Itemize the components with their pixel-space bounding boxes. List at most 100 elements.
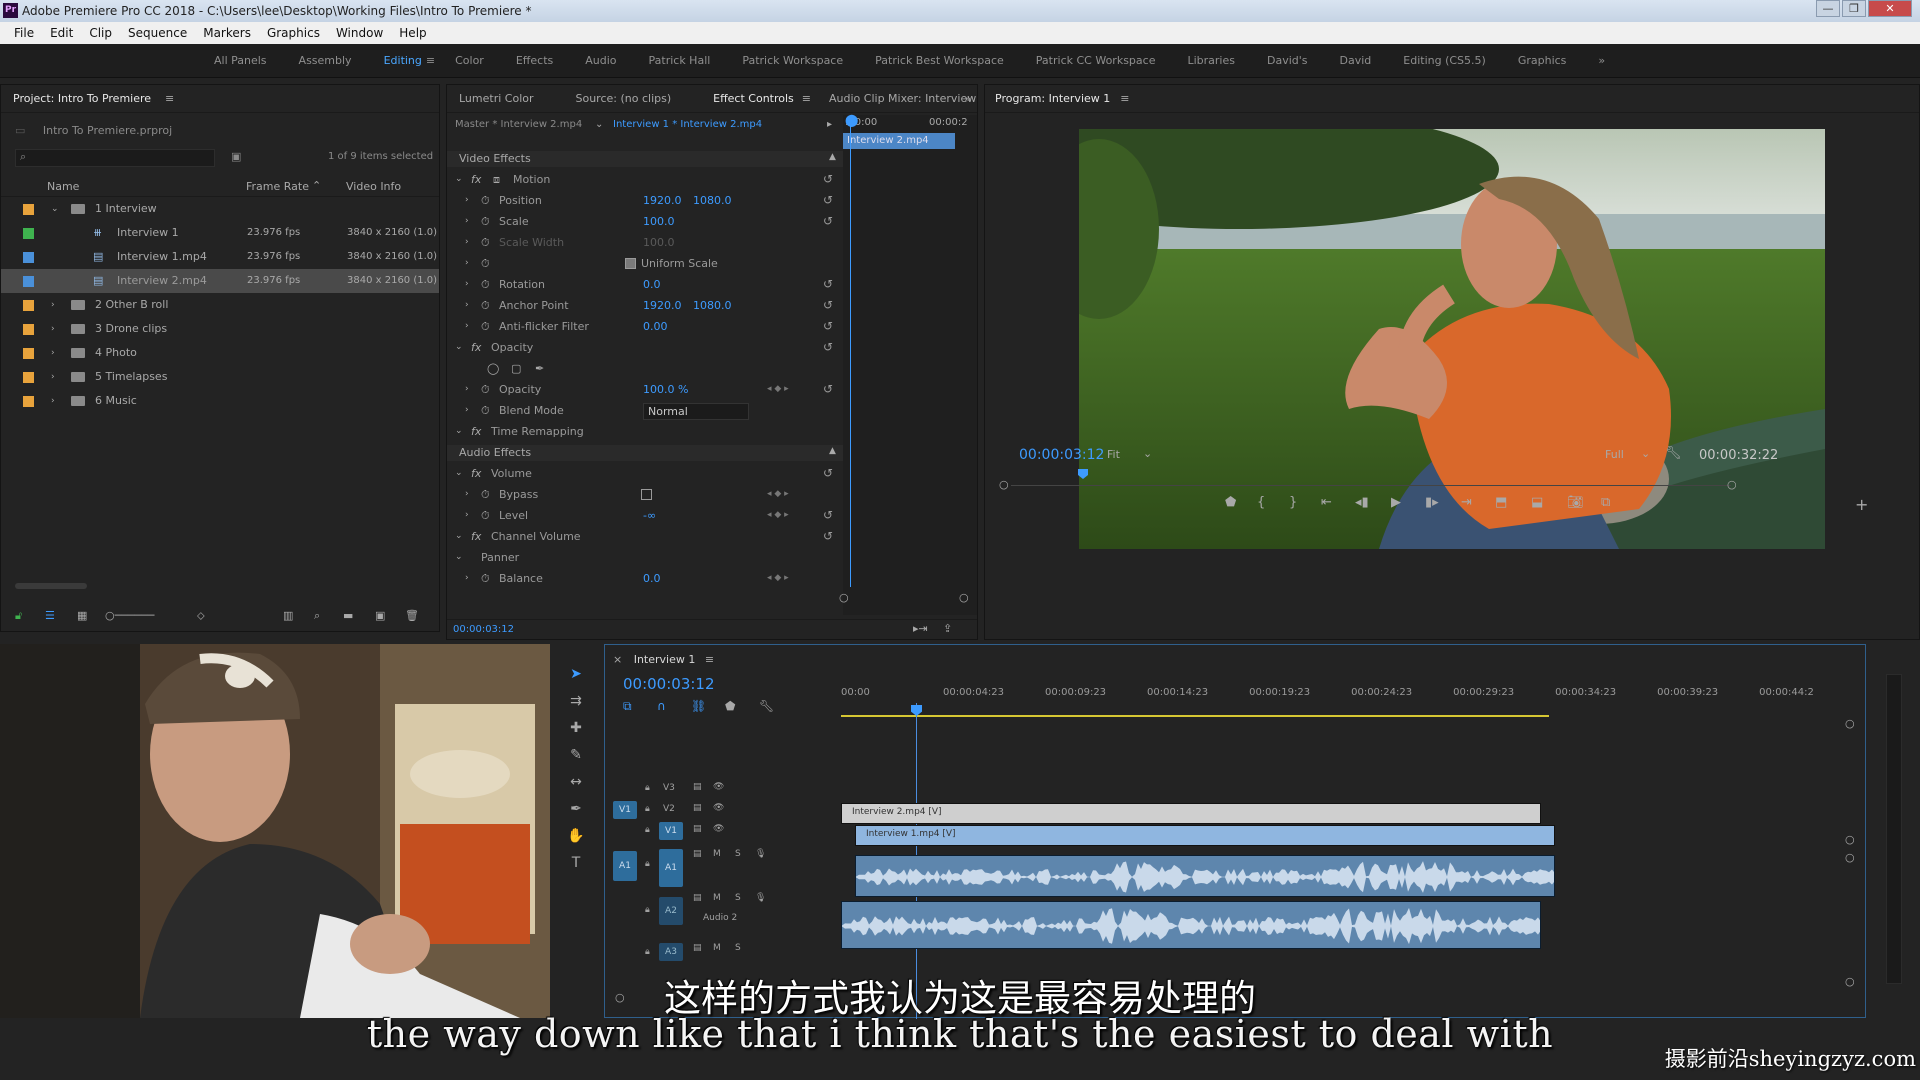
menu-graphics[interactable]: Graphics <box>259 22 328 44</box>
mute-button[interactable]: M <box>713 893 721 903</box>
tab-source[interactable]: Source: (no clips) <box>576 85 714 112</box>
project-item[interactable]: ⌄ 1 Interview <box>1 197 439 221</box>
effect-row[interactable]: › ⏱ Uniform Scale <box>447 253 867 274</box>
stopwatch-icon[interactable]: ⏱ <box>481 232 490 253</box>
sync-lock-icon[interactable]: ▤ <box>693 803 702 813</box>
export-frame-icon[interactable]: 📷︎ <box>1567 495 1584 510</box>
property-value[interactable]: 0.0 <box>643 274 661 295</box>
disclosure-chevron-icon[interactable]: › <box>51 317 55 341</box>
effect-row[interactable]: ⌄ Panner <box>447 547 867 568</box>
effect-row[interactable]: › ⏱ Opacity 100.0 % ◂ ◆ ▸ ↺ <box>447 379 867 400</box>
effect-row[interactable]: › ⏱ Balance 0.0 ◂ ◆ ▸ <box>447 568 867 589</box>
panel-menu-icon[interactable]: ≡ <box>1120 85 1129 112</box>
reset-icon[interactable]: ↺ <box>823 190 833 211</box>
fx-toggle-icon[interactable]: fx <box>471 337 481 358</box>
disclosure-chevron-icon[interactable]: › <box>465 274 469 295</box>
project-search-input[interactable]: ⌕ <box>15 149 215 167</box>
property-value[interactable]: 1920.0 <box>643 190 682 211</box>
label-color-swatch[interactable] <box>23 204 34 215</box>
solo-button[interactable]: S <box>735 849 741 859</box>
workspace-tab[interactable]: Graphics <box>1502 54 1583 67</box>
pen-mask-icon[interactable]: ✒ <box>535 358 544 379</box>
panel-overflow-icon[interactable]: » <box>964 85 971 113</box>
timeline-tab[interactable]: Interview 1 <box>634 653 696 666</box>
maximize-button[interactable]: ❐ <box>1842 0 1866 17</box>
collapse-icon[interactable]: ▲ <box>829 152 836 162</box>
panel-menu-icon[interactable]: ≡ <box>802 85 829 112</box>
mark-out-icon[interactable]: } <box>1289 495 1297 510</box>
ripple-edit-icon[interactable]: ✚ <box>564 716 588 740</box>
workspace-tab[interactable]: Audio <box>569 54 632 67</box>
property-value[interactable]: -∞ <box>643 505 656 526</box>
extract-icon[interactable]: ⬓ <box>1531 495 1543 510</box>
program-title[interactable]: Program: Interview 1 <box>995 85 1120 112</box>
program-timecode[interactable]: 00:00:03:12 <box>1019 447 1104 463</box>
eye-icon[interactable]: 👁︎ <box>713 782 724 792</box>
play-preview-icon[interactable]: ▸ <box>827 115 832 135</box>
blend-mode-dropdown[interactable]: Normal <box>643 403 749 420</box>
lock-icon[interactable]: 🔒︎ <box>645 825 650 835</box>
solo-button[interactable]: S <box>735 943 741 953</box>
keyframe-navigator-icon[interactable]: ◂ ◆ ▸ <box>767 379 789 400</box>
motion-transform-icon[interactable]: ⧈ <box>493 169 500 190</box>
reset-icon[interactable]: ↺ <box>823 526 833 547</box>
new-bin-from-search-icon[interactable]: ▣ <box>231 150 241 163</box>
stopwatch-icon[interactable]: ⏱ <box>481 505 490 526</box>
horizontal-scrollbar[interactable] <box>15 583 87 589</box>
label-color-swatch[interactable] <box>23 300 34 311</box>
mini-clip-bar[interactable]: Interview 2.mp4 <box>843 133 955 149</box>
reset-icon[interactable]: ↺ <box>823 379 833 400</box>
property-value[interactable]: 1080.0 <box>693 190 732 211</box>
add-button-icon[interactable]: + <box>1855 495 1868 514</box>
tab-effect-controls[interactable]: Effect Controls <box>713 85 802 112</box>
workspace-tab[interactable]: All Panels <box>198 54 283 67</box>
fx-toggle-icon[interactable]: fx <box>471 463 481 484</box>
filter-icon[interactable]: ▸⇥ <box>913 622 928 635</box>
lock-icon[interactable]: 🔒︎ <box>645 859 650 869</box>
disclosure-chevron-icon[interactable]: › <box>51 293 55 317</box>
work-area-bar[interactable] <box>841 715 1549 717</box>
effect-row[interactable]: ⌄ fx Opacity ↺ <box>447 337 867 358</box>
add-marker-icon[interactable]: ⬟ <box>1225 495 1236 510</box>
microphone-icon[interactable]: 🎙︎ <box>755 893 766 903</box>
master-clip-label[interactable]: Master * Interview 2.mp4 <box>455 115 582 135</box>
mute-button[interactable]: M <box>713 849 721 859</box>
disclosure-chevron-icon[interactable]: › <box>465 400 469 421</box>
effect-row[interactable]: › ⏱ Scale Width 100.0 <box>447 232 867 253</box>
disclosure-chevron-icon[interactable]: › <box>465 568 469 589</box>
chevron-down-icon[interactable]: ⌄ <box>1641 447 1650 460</box>
trash-icon[interactable]: 🗑︎ <box>405 609 419 622</box>
disclosure-chevron-icon[interactable]: ⌄ <box>455 337 463 358</box>
track-label-a2[interactable]: A2 <box>659 897 683 925</box>
stopwatch-icon[interactable]: ⏱ <box>481 316 490 337</box>
stopwatch-icon[interactable]: ⏱ <box>481 190 490 211</box>
project-item[interactable]: › 3 Drone clips <box>1 317 439 341</box>
workspace-tab[interactable]: Libraries <box>1171 54 1251 67</box>
effect-row[interactable]: ⌄ fx Time Remapping <box>447 421 867 442</box>
keyframe-navigator-icon[interactable]: ◂ ◆ ▸ <box>767 568 789 589</box>
play-icon[interactable]: ▶ <box>1391 495 1401 510</box>
microphone-icon[interactable]: 🎙︎ <box>755 849 766 859</box>
go-to-in-icon[interactable]: ⇤ <box>1321 495 1332 510</box>
list-view-icon[interactable]: ☰ <box>45 609 55 622</box>
reset-icon[interactable]: ↺ <box>823 316 833 337</box>
icon-view-icon[interactable]: ▦ <box>77 609 87 622</box>
menu-window[interactable]: Window <box>328 22 391 44</box>
effect-row[interactable]: › ⏱ Level -∞ ◂ ◆ ▸ ↺ <box>447 505 867 526</box>
slip-icon[interactable]: ↔ <box>564 770 588 794</box>
disclosure-chevron-icon[interactable]: › <box>465 253 469 274</box>
project-item[interactable]: › 5 Timelapses <box>1 365 439 389</box>
clip-a1[interactable] <box>855 855 1555 897</box>
scroll-handle[interactable]: ○ <box>1845 833 1855 846</box>
scrubber-start-handle[interactable]: ○ <box>999 478 1009 491</box>
label-color-swatch[interactable] <box>23 372 34 383</box>
solo-button[interactable]: S <box>735 893 741 903</box>
type-icon[interactable]: T <box>564 851 588 875</box>
step-forward-icon[interactable]: ▮▸ <box>1425 495 1439 510</box>
effect-row[interactable]: › ⏱ Anchor Point 1920.0 1080.0 ↺ <box>447 295 867 316</box>
disclosure-chevron-icon[interactable]: › <box>465 379 469 400</box>
disclosure-chevron-icon[interactable]: › <box>465 505 469 526</box>
menu-help[interactable]: Help <box>391 22 434 44</box>
disclosure-chevron-icon[interactable]: › <box>465 484 469 505</box>
program-scrubber[interactable]: ○ ○ <box>999 469 1737 493</box>
